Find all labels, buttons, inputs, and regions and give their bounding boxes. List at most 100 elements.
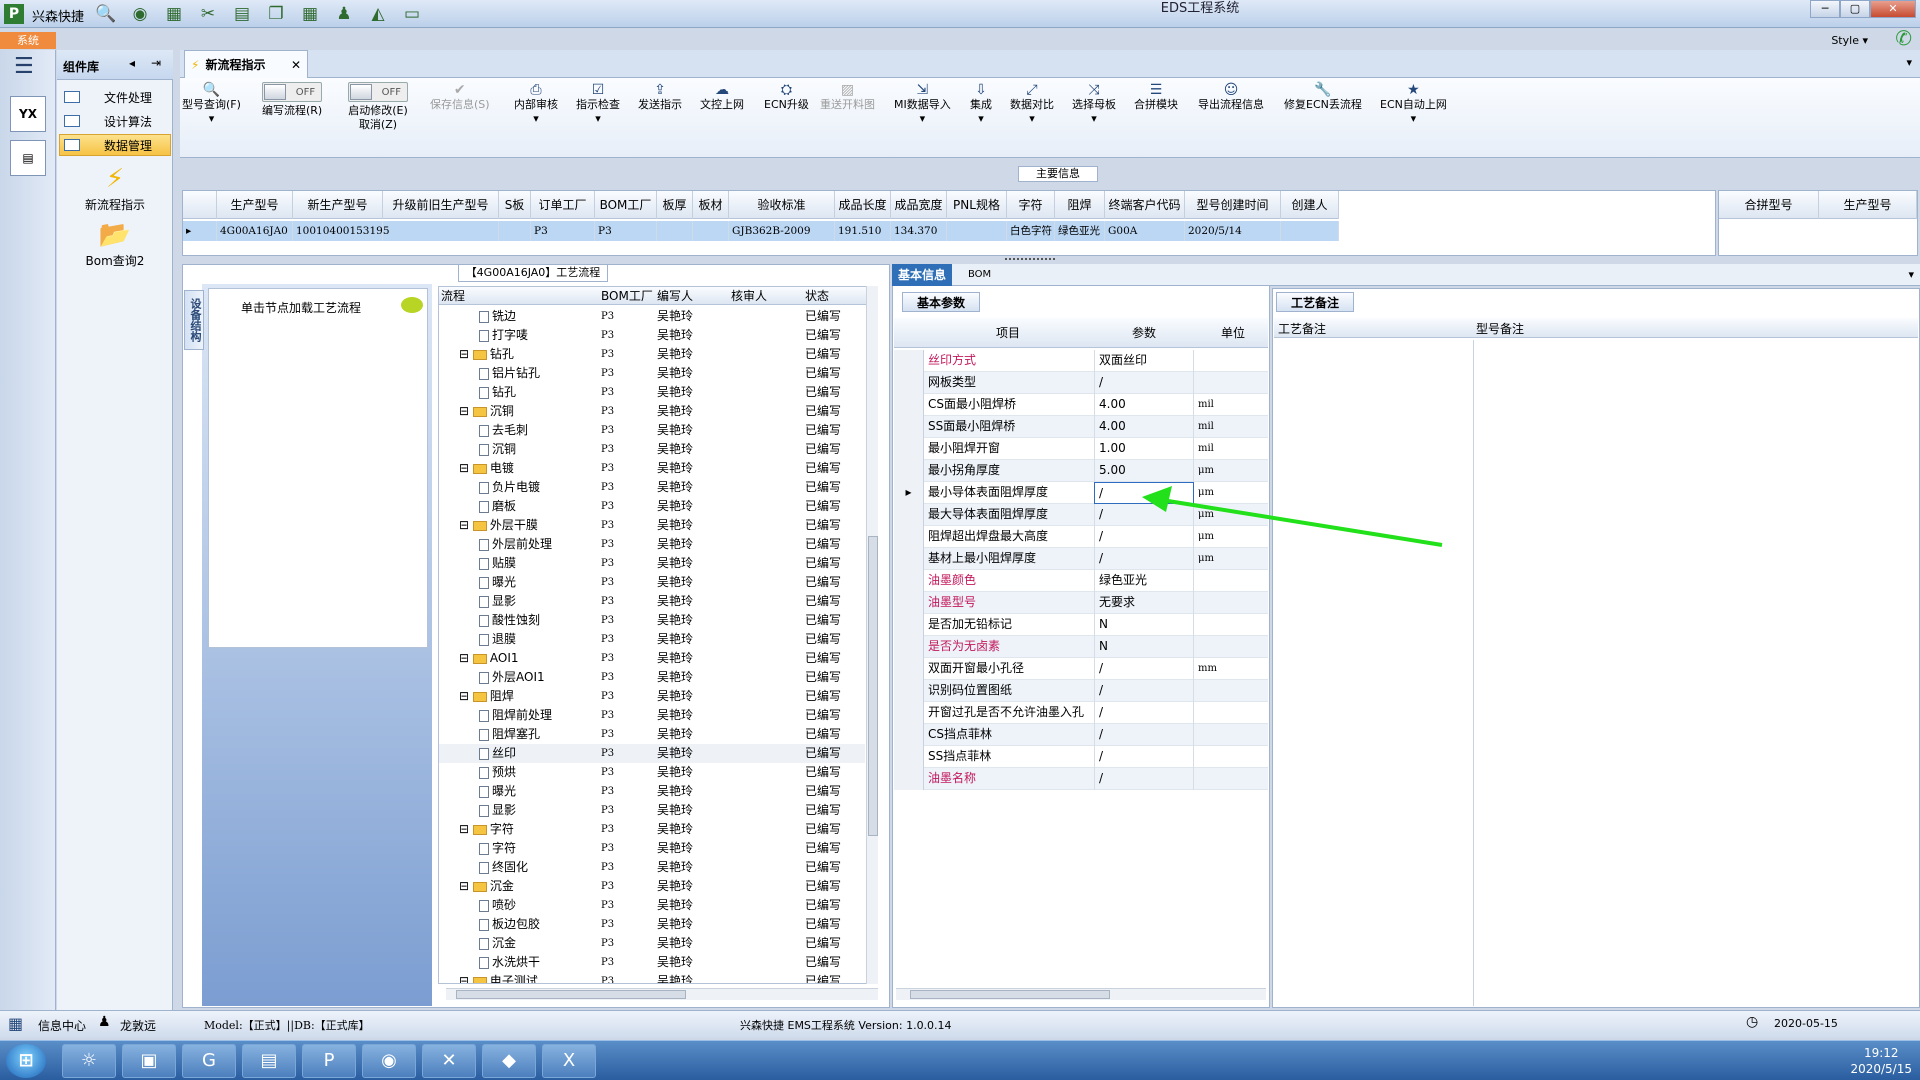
- tree-row[interactable]: 酸性蚀刻 P3 吴艳玲 已编写: [439, 611, 865, 630]
- tree-row[interactable]: 板边包胶 P3 吴艳玲 已编写: [439, 915, 865, 934]
- cell[interactable]: P3: [531, 221, 595, 241]
- tree-row[interactable]: 铣边 P3 吴艳玲 已编写: [439, 307, 865, 326]
- tree-row[interactable]: 阻焊前处理 P3 吴艳玲 已编写: [439, 706, 865, 725]
- param-row[interactable]: 网板类型 /: [894, 372, 1268, 394]
- param-value-input[interactable]: 4.00: [1094, 416, 1194, 438]
- btn-export-process[interactable]: ☺ 导出流程信息: [1198, 82, 1264, 112]
- grid-icon[interactable]: ▦: [296, 2, 324, 26]
- dropdown-arrow-icon[interactable]: ▾: [1091, 112, 1097, 126]
- tree-row[interactable]: 退膜 P3 吴艳玲 已编写: [439, 630, 865, 649]
- tree-row[interactable]: 负片电镀 P3 吴艳玲 已编写: [439, 478, 865, 497]
- column-header[interactable]: 状态: [805, 287, 829, 305]
- column-header[interactable]: 终端客户代码: [1105, 191, 1185, 219]
- tool-bom-query[interactable]: 📂 Bom查询2: [57, 218, 173, 269]
- param-row[interactable]: 最大导体表面阻焊厚度 / μm: [894, 504, 1268, 526]
- maximize-button[interactable]: ▢: [1840, 0, 1870, 18]
- btn-doc-online[interactable]: ☁ 文控上网: [700, 82, 744, 112]
- menu-icon[interactable]: ☰: [14, 54, 34, 79]
- column-header[interactable]: 板厚: [657, 191, 693, 219]
- dropdown-arrow-icon[interactable]: ▾: [978, 112, 984, 126]
- film-icon[interactable]: ▤: [228, 2, 256, 26]
- param-value-input[interactable]: /: [1094, 680, 1194, 702]
- copy-icon[interactable]: ❐: [262, 2, 290, 26]
- btn-internal-review[interactable]: ⎙ 内部审核 ▾: [514, 82, 558, 126]
- param-value-input[interactable]: 双面丝印: [1094, 350, 1194, 372]
- column-header[interactable]: 编写人: [657, 287, 693, 305]
- tree-row[interactable]: 外层前处理 P3 吴艳玲 已编写: [439, 535, 865, 554]
- column-header[interactable]: 型号备注: [1476, 320, 1524, 337]
- tree-row[interactable]: ⊟ 沉铜 P3 吴艳玲 已编写: [439, 402, 865, 421]
- style-menu[interactable]: Style ▾: [1831, 34, 1868, 47]
- param-value-input[interactable]: /: [1094, 702, 1194, 724]
- tree-row[interactable]: ⊟ 外层干膜 P3 吴艳玲 已编写: [439, 516, 865, 535]
- tab-basic-info[interactable]: 基本信息: [892, 264, 953, 286]
- param-value-input[interactable]: /: [1094, 746, 1194, 768]
- param-row[interactable]: ▸ 最小导体表面阻焊厚度 / μm: [894, 482, 1268, 504]
- dropdown-arrow-icon[interactable]: ▾: [1411, 112, 1417, 126]
- column-header[interactable]: 生产型号: [1819, 191, 1917, 219]
- splitter-handle[interactable]: [1005, 258, 1055, 262]
- collapse-icon[interactable]: ⊟: [459, 518, 473, 532]
- btn-ecn-auto-online[interactable]: ★ ECN自动上网 ▾: [1380, 82, 1447, 126]
- btn-mi-import[interactable]: ⇲ MI数据导入 ▾: [894, 82, 951, 126]
- process-remarks-text[interactable]: [1274, 340, 1474, 1006]
- param-value-input[interactable]: /: [1094, 526, 1194, 548]
- param-row[interactable]: 识别码位置图纸 /: [894, 680, 1268, 702]
- tree-row[interactable]: 显影 P3 吴艳玲 已编写: [439, 801, 865, 820]
- cell[interactable]: 191.510: [835, 221, 891, 241]
- param-value-input[interactable]: 绿色亚光: [1094, 570, 1194, 592]
- tree-row[interactable]: 沉金 P3 吴艳玲 已编写: [439, 934, 865, 953]
- cell[interactable]: [657, 221, 693, 241]
- param-value-input[interactable]: 1.00: [1094, 438, 1194, 460]
- column-header[interactable]: 型号创建时间: [1185, 191, 1281, 219]
- subtab-basic-params[interactable]: 基本参数: [902, 292, 981, 312]
- table-icon[interactable]: ▦: [160, 2, 188, 26]
- btn-integrate[interactable]: ⇩ 集成 ▾: [970, 82, 992, 126]
- node-box[interactable]: 单击节点加载工艺流程: [208, 288, 428, 648]
- tree-vertical-scrollbar[interactable]: [866, 286, 878, 984]
- taskbar-app-notepad[interactable]: ▤: [242, 1044, 296, 1078]
- btn-start-modify[interactable]: OFF 启动修改(E) 取消(Z): [348, 82, 408, 132]
- param-row[interactable]: 油墨型号 无要求: [894, 592, 1268, 614]
- tree-horizontal-scrollbar[interactable]: [446, 988, 878, 1000]
- column-header[interactable]: 单位: [1198, 318, 1268, 348]
- taskbar-app-x[interactable]: ✕: [422, 1044, 476, 1078]
- column-header[interactable]: PNL规格: [947, 191, 1007, 219]
- dropdown-arrow-icon[interactable]: ▾: [533, 112, 539, 126]
- cell[interactable]: [1281, 221, 1339, 241]
- dropdown-arrow-icon[interactable]: ▾: [595, 112, 601, 126]
- user-icon[interactable]: ♟: [330, 2, 358, 26]
- minimize-button[interactable]: ─: [1810, 0, 1840, 18]
- dropdown-arrow-icon[interactable]: ▾: [209, 112, 215, 126]
- param-row[interactable]: CS挡点菲林 /: [894, 724, 1268, 746]
- system-tray[interactable]: 19:12 2020/5/15: [1850, 1045, 1912, 1077]
- param-row[interactable]: 开窗过孔是否不允许油墨入孔 /: [894, 702, 1268, 724]
- param-row[interactable]: SS挡点菲林 /: [894, 746, 1268, 768]
- param-row[interactable]: 最小阻焊开窗 1.00 mil: [894, 438, 1268, 460]
- panel-menu-icon[interactable]: ▾: [1908, 268, 1914, 281]
- cell[interactable]: 2020/5/14: [1185, 221, 1281, 241]
- taskbar-app-shell[interactable]: ☼: [62, 1044, 116, 1078]
- tab-new-process[interactable]: ⚡ 新流程指示 ✕: [184, 50, 308, 78]
- chart-icon[interactable]: ◭: [364, 2, 392, 26]
- column-header[interactable]: 生产型号: [217, 191, 293, 219]
- cell[interactable]: 4G00A16JA0: [217, 221, 293, 241]
- param-row[interactable]: 双面开窗最小孔径 / mm: [894, 658, 1268, 680]
- param-value-input[interactable]: N: [1094, 636, 1194, 658]
- tree-row[interactable]: 打字唛 P3 吴艳玲 已编写: [439, 326, 865, 345]
- column-header[interactable]: S板: [499, 191, 531, 219]
- param-value-input[interactable]: /: [1094, 504, 1194, 526]
- yx-icon[interactable]: YX: [10, 96, 46, 132]
- taskbar-app-g[interactable]: G: [182, 1044, 236, 1078]
- param-row[interactable]: 是否加无铅标记 N: [894, 614, 1268, 636]
- cell[interactable]: P3: [595, 221, 657, 241]
- close-tab-icon[interactable]: ✕: [291, 58, 301, 72]
- param-value-input[interactable]: N: [1094, 614, 1194, 636]
- column-header[interactable]: BOM工厂: [595, 191, 657, 219]
- tree-row[interactable]: ⊟ 阻焊 P3 吴艳玲 已编写: [439, 687, 865, 706]
- collapse-icon[interactable]: ⊟: [459, 347, 473, 361]
- taskbar-app-save[interactable]: ▣: [122, 1044, 176, 1078]
- param-value-input[interactable]: /: [1094, 548, 1194, 570]
- column-header[interactable]: BOM工厂: [601, 287, 653, 305]
- column-header[interactable]: 核审人: [731, 287, 767, 305]
